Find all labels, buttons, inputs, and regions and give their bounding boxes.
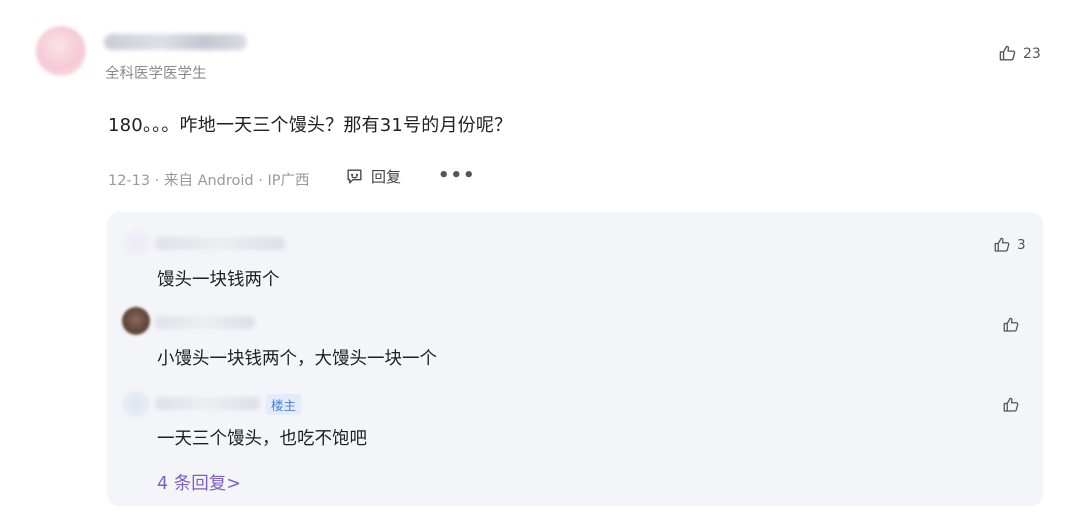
commenter-name-blurred[interactable] xyxy=(104,34,247,50)
reply-avatar[interactable] xyxy=(123,229,151,257)
more-options-button[interactable]: ••• xyxy=(438,165,476,186)
comment-like-button[interactable]: 23 xyxy=(998,44,1041,63)
reply-button[interactable]: 回复 xyxy=(345,166,401,187)
reply-avatar[interactable] xyxy=(122,390,150,418)
comment-text: 180。。。咋地一天三个馒头？那有31号的月份呢？ xyxy=(108,115,513,136)
comment-like-count: 23 xyxy=(1023,45,1041,62)
reply-text: 馒头一块钱两个 xyxy=(157,270,280,290)
thumbs-up-icon xyxy=(1003,317,1019,332)
thumbs-up-icon xyxy=(999,45,1016,61)
view-more-replies-link[interactable]: 4 条回复> xyxy=(157,470,241,495)
reply-like-button[interactable] xyxy=(1002,316,1020,334)
reply-avatar[interactable] xyxy=(122,307,150,335)
reply-text: 一天三个馒头，也吃不饱吧 xyxy=(157,429,367,449)
reply-like-button[interactable] xyxy=(1002,396,1020,414)
reply-like-count: 3 xyxy=(1017,237,1026,253)
commenter-tag: 全科医学医学生 xyxy=(105,66,207,82)
reply-username-blurred[interactable] xyxy=(155,237,285,250)
reply-username-blurred[interactable] xyxy=(155,397,260,410)
reply-like-button[interactable]: 3 xyxy=(993,236,1026,254)
reply-text: 小馒头一块钱两个，大馒头一块一个 xyxy=(157,349,437,369)
comment-bubble-icon xyxy=(347,169,362,184)
reply-username-blurred[interactable] xyxy=(155,316,255,329)
thumbs-up-icon xyxy=(1003,397,1019,412)
op-badge: 楼主 xyxy=(266,394,302,415)
commenter-avatar[interactable] xyxy=(36,26,86,76)
thumbs-up-icon xyxy=(994,237,1010,252)
comment-meta: 12-13 · 来自 Android · IP广西 xyxy=(108,173,310,189)
reply-button-label: 回复 xyxy=(371,168,402,186)
